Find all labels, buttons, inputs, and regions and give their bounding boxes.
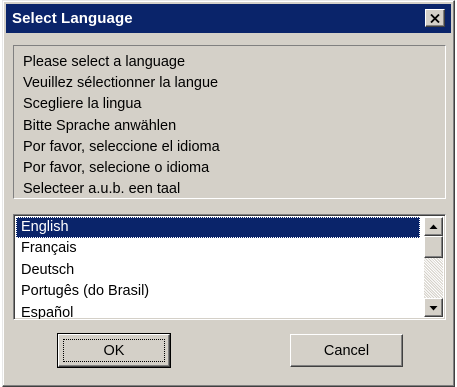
select-language-dialog: Select Language Please select a language… (2, 0, 455, 387)
list-item-french[interactable]: Français (16, 238, 420, 259)
language-list-items: English Français Deutsch Portugês (do Br… (16, 217, 420, 319)
language-listbox[interactable]: English Français Deutsch Portugês (do Br… (13, 214, 446, 320)
window-title: Select Language (12, 10, 133, 27)
list-item-portuguese-brazil[interactable]: Portugês (do Brasil) (16, 281, 420, 302)
close-icon (430, 13, 440, 23)
arrow-up-icon (429, 224, 438, 229)
cancel-button[interactable]: Cancel (290, 334, 403, 367)
list-item-spanish[interactable]: Español (16, 303, 420, 319)
list-item-english[interactable]: English (16, 217, 420, 239)
scroll-up-button[interactable] (424, 217, 443, 236)
cancel-button-label: Cancel (323, 342, 370, 359)
prompt-line-italian: Scegliere la lingua (23, 96, 142, 113)
vertical-scrollbar[interactable] (424, 217, 443, 317)
prompt-line-portuguese: Por favor, selecione o idioma (23, 160, 210, 177)
arrow-down-icon (429, 305, 438, 310)
title-bar[interactable]: Select Language (6, 4, 451, 33)
prompt-line-french: Veuillez sélectionner la langue (23, 75, 219, 92)
ok-button[interactable]: OK (57, 333, 171, 368)
scroll-down-button[interactable] (424, 298, 443, 317)
ok-focus-rect (63, 339, 165, 362)
prompt-line-spanish: Por favor, seleccione el idioma (23, 138, 220, 155)
prompt-line-dutch: Selecteer a.u.b. een taal (23, 181, 181, 198)
close-button[interactable] (425, 9, 445, 27)
prompt-text-box: Please select a language Veuillez sélect… (13, 45, 446, 199)
prompt-line-english: Please select a language (23, 54, 186, 70)
list-item-german[interactable]: Deutsch (16, 260, 420, 281)
scrollbar-thumb[interactable] (424, 236, 443, 258)
prompt-line-german: Bitte Sprache anwählen (23, 117, 177, 134)
